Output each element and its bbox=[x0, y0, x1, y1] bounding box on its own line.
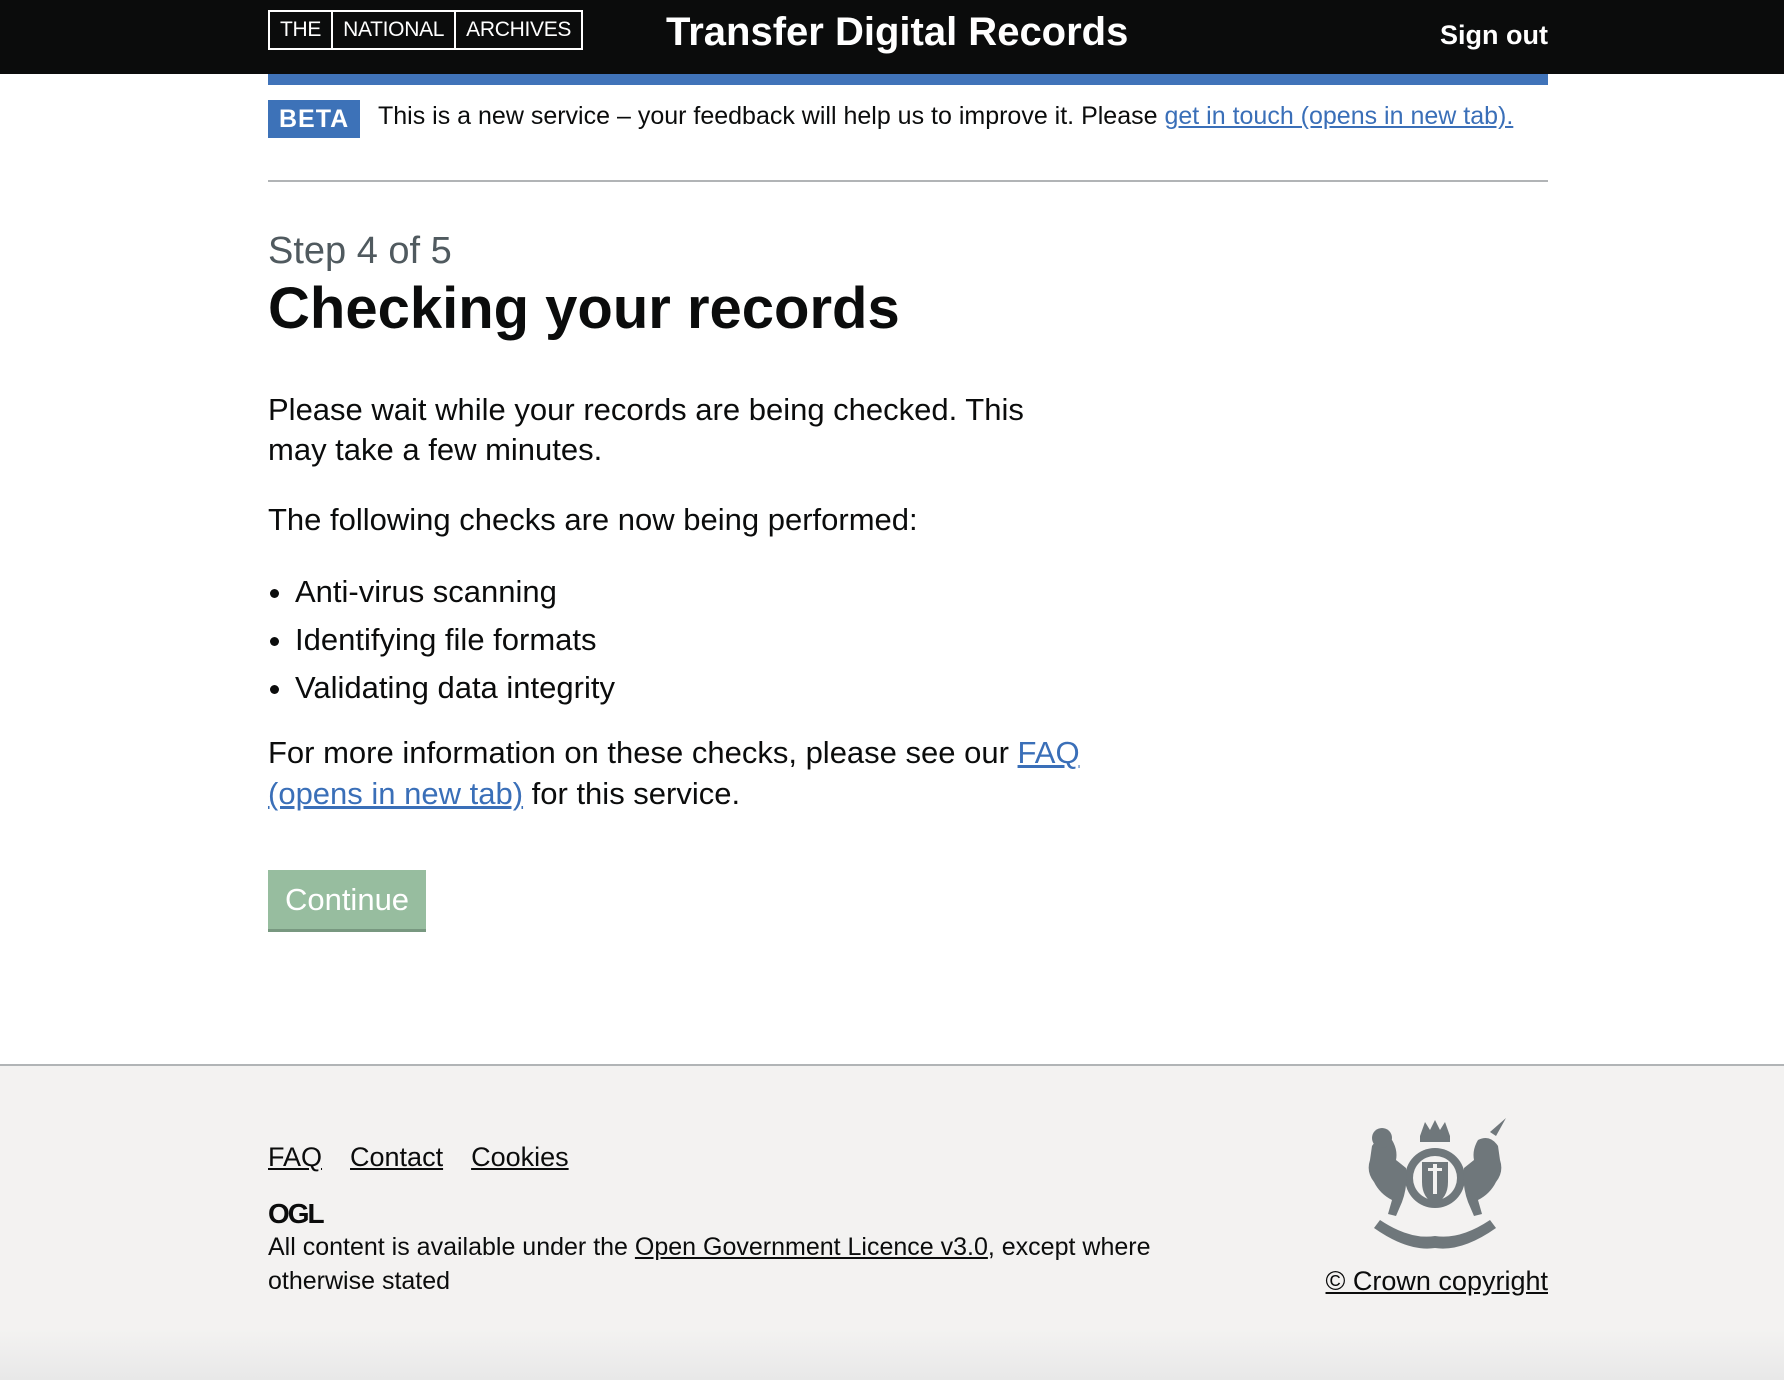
licence-prefix: All content is available under the bbox=[268, 1233, 635, 1261]
national-archives-logo[interactable]: THE NATIONAL ARCHIVES bbox=[268, 10, 584, 50]
phase-banner-text: This is a new service – your feedback wi… bbox=[378, 100, 1538, 132]
beta-tag: BETA bbox=[268, 100, 361, 138]
feedback-link[interactable]: get in touch (opens in new tab). bbox=[1164, 102, 1513, 130]
intro-paragraph: Please wait while your records are being… bbox=[268, 392, 1024, 467]
footer-link-contact[interactable]: Contact bbox=[350, 1142, 443, 1173]
checks-list: Anti-virus scanning Identifying file for… bbox=[295, 568, 995, 712]
phase-banner: BETA This is a new service – your feedba… bbox=[268, 100, 1548, 182]
list-item: Identifying file formats bbox=[295, 616, 995, 664]
page-title: Checking your records bbox=[268, 275, 900, 341]
footer-bottom-shade bbox=[0, 1330, 1784, 1380]
continue-button[interactable]: Continue bbox=[268, 870, 426, 929]
licence-text: All content is available under the Open … bbox=[268, 1230, 1248, 1298]
logo-part-national: NATIONAL bbox=[331, 12, 454, 48]
logo-part-archives: ARCHIVES bbox=[454, 12, 581, 48]
more-info-paragraph: For more information on these checks, pl… bbox=[268, 732, 1148, 814]
ogl-logo: OGL bbox=[268, 1198, 325, 1229]
footer-link-cookies[interactable]: Cookies bbox=[471, 1142, 569, 1173]
service-name-link[interactable]: Transfer Digital Records bbox=[666, 10, 1128, 55]
licence-link[interactable]: Open Government Licence v3.0 bbox=[635, 1233, 988, 1261]
sign-out-link[interactable]: Sign out bbox=[1440, 20, 1548, 51]
site-footer: FAQ Contact Cookies OGL All content is a… bbox=[0, 1064, 1784, 1380]
crown-copyright-link[interactable]: © Crown copyright bbox=[1326, 1266, 1548, 1297]
logo-part-the: THE bbox=[280, 18, 322, 41]
list-item: Validating data integrity bbox=[295, 664, 995, 712]
site-header: THE NATIONAL ARCHIVES Transfer Digital R… bbox=[0, 0, 1784, 74]
phase-banner-message: This is a new service – your feedback wi… bbox=[378, 102, 1165, 130]
footer-link-faq[interactable]: FAQ bbox=[268, 1142, 322, 1173]
checks-intro-paragraph: The following checks are now being perfo… bbox=[268, 502, 918, 537]
royal-coat-of-arms-icon bbox=[1368, 1118, 1506, 1249]
main-content: Step 4 of 5 Checking your records Please… bbox=[268, 230, 1168, 929]
footer-links: FAQ Contact Cookies bbox=[268, 1142, 569, 1173]
more-info-prefix: For more information on these checks, pl… bbox=[268, 735, 1018, 770]
step-caption: Step 4 of 5 bbox=[268, 230, 452, 272]
list-item: Anti-virus scanning bbox=[295, 568, 995, 616]
more-info-suffix: for this service. bbox=[523, 776, 741, 811]
header-accent-bar bbox=[268, 74, 1548, 85]
